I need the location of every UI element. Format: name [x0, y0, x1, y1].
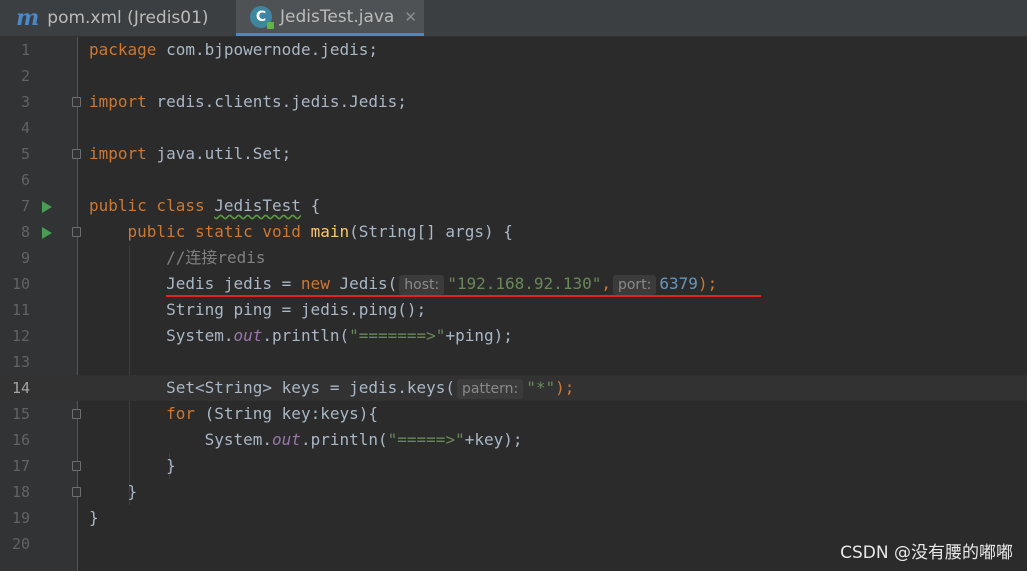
close-icon[interactable]: ✕ [404, 8, 417, 26]
line-code: } [127, 482, 138, 501]
line-code: import redis.clients.jedis.Jedis; [89, 92, 407, 111]
fold-icon[interactable] [72, 487, 81, 497]
code-line-14-current: 14 Set<String> keys = jedis.keys(pattern… [0, 375, 1027, 401]
code-line-4: 4 [0, 115, 1027, 141]
line-code: package com.bjpowernode.jedis; [89, 40, 378, 59]
java-class-c-icon: C [250, 5, 274, 29]
code-line-19: 19 } [0, 505, 1027, 531]
code-line-6: 6 [0, 167, 1027, 193]
line-number: 16 [11, 431, 30, 449]
code-line-1: 1 package com.bjpowernode.jedis; [0, 37, 1027, 63]
line-code: System.out.println("=======>"+ping); [166, 326, 513, 345]
line-number: 19 [11, 509, 30, 527]
line-code: Set<String> keys = jedis.keys(pattern: "*… [166, 378, 575, 399]
line-number: 13 [11, 353, 30, 371]
code-line-16: 16 System.out.println("=====>"+key); [0, 427, 1027, 453]
param-hint-host: host: [399, 275, 445, 295]
watermark: CSDN @没有腰的嘟嘟 [840, 543, 1013, 563]
line-number: 12 [11, 327, 30, 345]
code-line-12: 12 System.out.println("=======>"+ping); [0, 323, 1027, 349]
line-code: } [89, 508, 99, 527]
line-number: 18 [11, 483, 30, 501]
line-code: import java.util.Set; [89, 144, 292, 163]
code-line-17: 17 } [0, 453, 1027, 479]
maven-m-icon: m [16, 5, 40, 31]
code-line-7: 7 public class JedisTest { [0, 193, 1027, 219]
code-line-9: 9 //连接redis [0, 245, 1027, 271]
line-number: 14 [11, 379, 30, 397]
code-line-5: 5 import java.util.Set; [0, 141, 1027, 167]
code-line-10: 10 Jedis jedis = new Jedis(host: "192.168… [0, 271, 1027, 297]
line-number: 7 [20, 197, 30, 215]
line-number: 1 [20, 41, 30, 59]
param-hint-pattern: pattern: [457, 379, 524, 399]
code-line-11: 11 String ping = jedis.ping(); [0, 297, 1027, 323]
line-code: System.out.println("=====>"+key); [204, 430, 523, 449]
line-number: 10 [11, 275, 30, 293]
line-number: 6 [20, 171, 30, 189]
fold-icon[interactable] [72, 409, 81, 419]
tab-label: JedisTest.java [280, 6, 395, 27]
line-code: } [166, 456, 176, 475]
line-number: 9 [20, 249, 30, 267]
run-icon[interactable] [42, 227, 52, 239]
fold-icon[interactable] [72, 149, 81, 159]
param-hint-port: port: [612, 275, 657, 295]
line-number: 20 [11, 535, 30, 553]
fold-icon[interactable] [72, 461, 81, 471]
editor-tab-bar: m pom.xml (Jredis01) C JedisTest.java ✕ [0, 0, 1027, 37]
line-number: 3 [20, 93, 30, 111]
line-code: Jedis jedis = new Jedis(host: "192.168.92… [166, 274, 718, 295]
line-code: String ping = jedis.ping(); [166, 300, 427, 319]
line-number: 8 [20, 223, 30, 241]
code-line-18: 18 } [0, 479, 1027, 505]
fold-icon[interactable] [72, 97, 81, 107]
code-line-15: 15 for (String key:keys){ [0, 401, 1027, 427]
line-number: 5 [20, 145, 30, 163]
code-line-13: 13 [0, 349, 1027, 375]
line-number: 11 [11, 301, 30, 319]
line-number: 4 [20, 119, 30, 137]
line-number: 17 [11, 457, 30, 475]
line-number: 15 [11, 405, 30, 423]
line-code: public static void main(String[] args) { [127, 222, 513, 241]
code-line-8: 8 public static void main(String[] args)… [0, 219, 1027, 245]
line-code: //连接redis [166, 248, 266, 267]
code-line-3: 3 import redis.clients.jedis.Jedis; [0, 89, 1027, 115]
red-underline-annotation [166, 295, 761, 297]
tab-jedistest-java[interactable]: C JedisTest.java ✕ [236, 0, 424, 36]
line-code: for (String key:keys){ [166, 404, 378, 423]
code-editor[interactable]: 1 package com.bjpowernode.jedis; 2 3 imp… [0, 37, 1027, 571]
tab-pom-xml[interactable]: m pom.xml (Jredis01) [0, 0, 232, 36]
run-icon[interactable] [42, 201, 52, 213]
line-number: 2 [20, 67, 30, 85]
tab-label: pom.xml (Jredis01) [47, 8, 209, 28]
line-code: public class JedisTest { [89, 196, 321, 215]
code-line-2: 2 [0, 63, 1027, 89]
fold-icon[interactable] [72, 227, 81, 237]
